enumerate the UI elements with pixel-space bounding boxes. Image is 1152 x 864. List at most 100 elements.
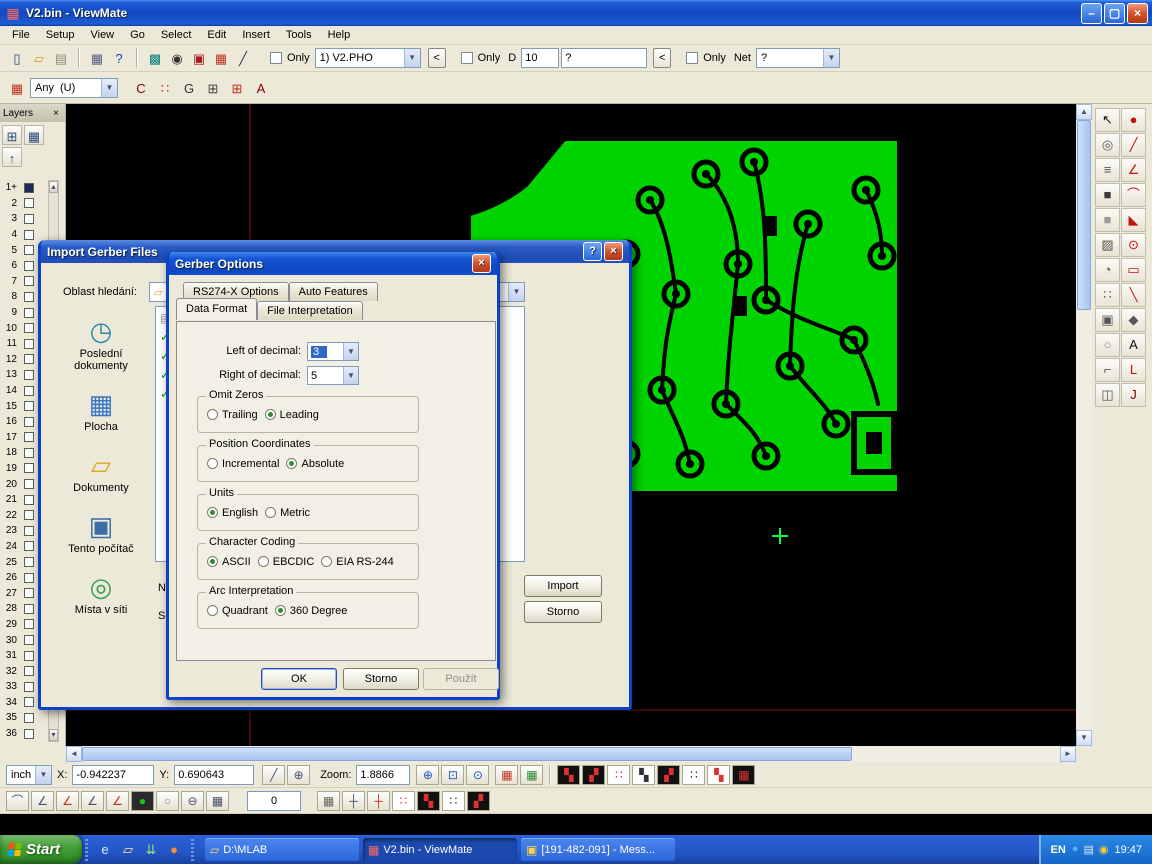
tab-auto-features[interactable]: Auto Features bbox=[289, 282, 378, 301]
radio-360-degree[interactable]: 360 Degree bbox=[275, 605, 348, 617]
table-grid-icon[interactable]: ▦ bbox=[206, 791, 229, 811]
pattern-dots-icon[interactable]: ∷ bbox=[154, 77, 176, 99]
pat-c-icon[interactable]: ∷ bbox=[442, 791, 465, 811]
radio-quadrant[interactable]: Quadrant bbox=[207, 605, 268, 617]
any-combo[interactable]: Any (U) ▼ bbox=[30, 78, 118, 98]
close-button[interactable]: × bbox=[472, 254, 491, 273]
chevron-down-icon[interactable]: ▼ bbox=[823, 49, 839, 67]
layer-visibility-checkbox[interactable] bbox=[24, 573, 34, 583]
layer-row[interactable]: 36 bbox=[0, 726, 48, 742]
radio-ascii[interactable]: ASCII bbox=[207, 556, 251, 568]
prev-dcode-button[interactable]: < bbox=[653, 48, 671, 68]
layer-visibility-checkbox[interactable] bbox=[24, 635, 34, 645]
circle-red-icon[interactable]: ⊙ bbox=[1121, 233, 1146, 257]
layer-visibility-checkbox[interactable] bbox=[24, 666, 34, 676]
chevron-down-icon[interactable]: ▼ bbox=[35, 766, 51, 784]
hatch-icon[interactable]: ▨ bbox=[1095, 233, 1120, 257]
menu-insert[interactable]: Insert bbox=[234, 27, 278, 44]
menu-setup[interactable]: Setup bbox=[38, 27, 83, 44]
new-file-icon[interactable]: ▯ bbox=[6, 47, 28, 69]
menu-edit[interactable]: Edit bbox=[199, 27, 234, 44]
pad-red-icon[interactable]: ● bbox=[1121, 108, 1146, 132]
via-circle-icon[interactable]: ◎ bbox=[1095, 133, 1120, 157]
layer-visibility-checkbox[interactable] bbox=[24, 729, 34, 739]
import-button[interactable]: Import bbox=[524, 575, 602, 597]
layer-visibility-checkbox[interactable] bbox=[24, 370, 34, 380]
pat-d-icon[interactable]: ▞ bbox=[467, 791, 490, 811]
show-desktop-icon[interactable]: ▱ bbox=[118, 840, 138, 860]
menu-tools[interactable]: Tools bbox=[278, 27, 320, 44]
right-decimal-combo[interactable]: 5 ▼ bbox=[307, 366, 359, 385]
slash-red-icon[interactable]: ╲ bbox=[1121, 283, 1146, 307]
menu-view[interactable]: View bbox=[82, 27, 122, 44]
probe-icon[interactable]: ⊖ bbox=[181, 791, 204, 811]
radio-trailing[interactable]: Trailing bbox=[207, 409, 258, 421]
radio-circle[interactable] bbox=[265, 409, 276, 420]
radio-ebcdic[interactable]: EBCDIC bbox=[258, 556, 315, 568]
anchor-2-icon[interactable]: ┼ bbox=[367, 791, 390, 811]
taskbar-task-191-482-091-mess[interactable]: ▣[191-482-091] - Mess... bbox=[521, 838, 675, 861]
layer-visibility-checkbox[interactable] bbox=[24, 541, 34, 551]
chevron-down-icon[interactable]: ▼ bbox=[343, 367, 358, 384]
radio-metric[interactable]: Metric bbox=[265, 507, 310, 519]
vertical-scrollbar[interactable]: ▲ ▼ bbox=[1076, 104, 1092, 746]
up-arrow-icon[interactable]: ↑ bbox=[2, 147, 22, 167]
layers-panel-close-icon[interactable]: × bbox=[50, 108, 62, 119]
place-posledn-dokumenty[interactable]: ◷Poslední dokumenty bbox=[53, 316, 149, 372]
layer-visibility-checkbox[interactable] bbox=[24, 245, 34, 255]
pat-6-icon[interactable]: ∷ bbox=[682, 765, 705, 785]
radio-circle[interactable] bbox=[207, 556, 218, 567]
radio-circle[interactable] bbox=[207, 507, 218, 518]
menu-select[interactable]: Select bbox=[153, 27, 200, 44]
layer-visibility-checkbox[interactable] bbox=[24, 401, 34, 411]
language-indicator[interactable]: EN bbox=[1051, 844, 1066, 856]
taskbar-task-d-mlab[interactable]: ▱D:\MLAB bbox=[205, 838, 359, 861]
open-folder-icon[interactable]: ▱ bbox=[28, 47, 50, 69]
radio-circle[interactable] bbox=[258, 556, 269, 567]
apply-button[interactable]: Použít bbox=[423, 668, 499, 690]
anchor-1-icon[interactable]: ┼ bbox=[342, 791, 365, 811]
cancel-button[interactable]: Storno bbox=[343, 668, 419, 690]
square-gray-icon[interactable]: ■ bbox=[1095, 208, 1120, 232]
angle-3-icon[interactable]: ∠ bbox=[81, 791, 104, 811]
color-grid-icon[interactable]: ▩ bbox=[144, 47, 166, 69]
pat-5-icon[interactable]: ▞ bbox=[657, 765, 680, 785]
traffic-light-icon[interactable]: ● bbox=[131, 791, 154, 811]
menu-file[interactable]: File bbox=[4, 27, 38, 44]
taskbar-task-v2-bin-viewmate[interactable]: ▦V2.bin - ViewMate bbox=[363, 838, 517, 861]
pattern-grid-icon[interactable]: ⊞ bbox=[202, 77, 224, 99]
lamp2-icon[interactable]: ○ bbox=[1095, 333, 1120, 357]
layer-grid-icon[interactable]: ⊞ bbox=[2, 125, 22, 145]
internet-explorer-icon[interactable]: e bbox=[95, 840, 115, 860]
step-value-input[interactable] bbox=[247, 791, 301, 811]
radio-circle[interactable] bbox=[207, 458, 218, 469]
lamp-icon[interactable]: ○ bbox=[156, 791, 179, 811]
select-grid-icon[interactable]: ▦ bbox=[6, 77, 28, 99]
layer-visibility-checkbox[interactable] bbox=[24, 230, 34, 240]
grid-green-icon[interactable]: ▦ bbox=[520, 765, 543, 785]
layer-visibility-checkbox[interactable] bbox=[24, 604, 34, 614]
letter-l-red-icon[interactable]: L bbox=[1121, 358, 1146, 382]
select-arrow-icon[interactable]: ↖ bbox=[1095, 108, 1120, 132]
chevron-down-icon[interactable]: ▼ bbox=[404, 49, 420, 67]
letter-g-icon[interactable]: G bbox=[178, 77, 200, 99]
radio-leading[interactable]: Leading bbox=[265, 409, 319, 421]
scrollbar-thumb[interactable] bbox=[1077, 120, 1091, 310]
zoom-input[interactable] bbox=[356, 765, 410, 785]
prev-layer-button[interactable]: < bbox=[428, 48, 446, 68]
layer-visibility-checkbox[interactable] bbox=[24, 682, 34, 692]
close-button[interactable]: × bbox=[1127, 3, 1148, 24]
scroll-down-icon[interactable]: ▼ bbox=[1076, 730, 1092, 746]
layer-visibility-checkbox[interactable] bbox=[24, 214, 34, 224]
tab-file-interpretation[interactable]: File Interpretation bbox=[257, 301, 363, 320]
y-coordinate-input[interactable] bbox=[174, 765, 254, 785]
letter-a-icon[interactable]: A bbox=[250, 77, 272, 99]
input-icon[interactable]: ▤ bbox=[1083, 843, 1093, 856]
scrollbar-track[interactable] bbox=[852, 746, 1060, 762]
place-dokumenty[interactable]: ▱Dokumenty bbox=[53, 450, 149, 494]
pat-a-icon[interactable]: ∷ bbox=[392, 791, 415, 811]
layer-visibility-checkbox[interactable] bbox=[24, 183, 34, 193]
radio-circle[interactable] bbox=[321, 556, 332, 567]
chevron-down-icon[interactable]: ▼ bbox=[101, 79, 117, 97]
measure-diagonal-icon[interactable]: ╱ bbox=[262, 765, 285, 785]
